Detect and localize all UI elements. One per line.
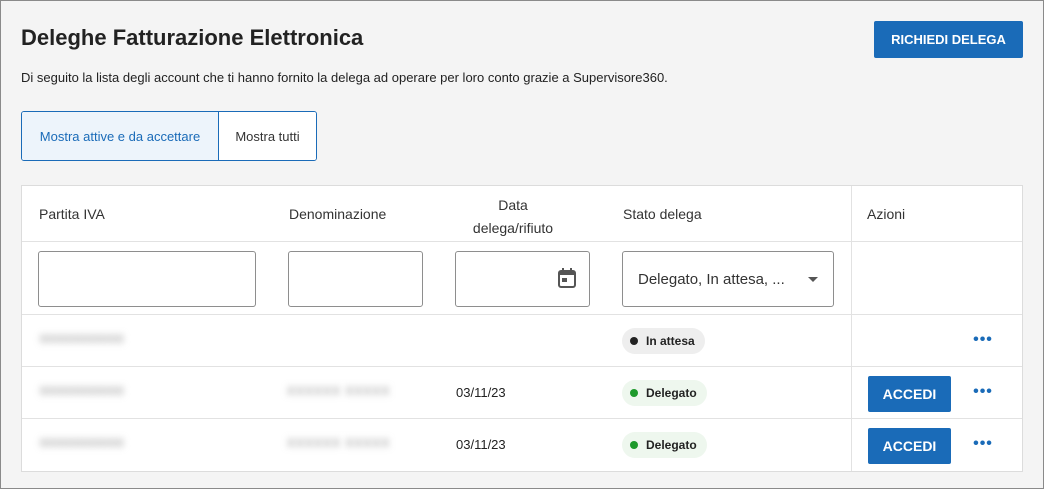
more-actions-icon[interactable]: ••• — [972, 331, 994, 351]
page-title: Deleghe Fatturazione Elettronica — [21, 25, 364, 50]
toggle-active-and-pending[interactable]: Mostra attive e da accettare — [22, 112, 218, 160]
access-button[interactable]: ACCEDI — [868, 428, 951, 464]
column-header-data-line1: Data — [498, 197, 528, 213]
column-header-data-line2: delega/rifiuto — [472, 220, 554, 236]
table-row: 00000000000 XXXXXX XXXXX 03/11/23 Delega… — [22, 419, 1022, 471]
page-frame: Deleghe Fatturazione Elettronica Di segu… — [0, 0, 1044, 489]
status-filter-select[interactable]: Delegato, In attesa, ... — [622, 251, 834, 307]
column-header-denominazione: Denominazione — [289, 206, 387, 222]
row-piva: 00000000000 — [40, 384, 125, 398]
toggle-show-all[interactable]: Mostra tutti — [218, 112, 316, 160]
date-filter-input[interactable] — [455, 251, 590, 307]
table-row: 00000000000 XXXXXX XXXXX 03/11/23 Delega… — [22, 367, 1022, 419]
column-header-azioni: Azioni — [867, 206, 906, 222]
more-actions-icon[interactable]: ••• — [972, 435, 994, 455]
status-dot-icon — [630, 337, 638, 345]
column-header-piva: Partita IVA — [39, 206, 105, 222]
piva-filter-input[interactable] — [38, 251, 256, 307]
status-dot-icon — [630, 441, 638, 449]
status-badge: Delegato — [622, 432, 707, 458]
calendar-icon[interactable] — [557, 267, 577, 289]
row-date: 03/11/23 — [456, 437, 506, 452]
denominazione-filter-input[interactable] — [288, 251, 423, 307]
status-badge-label: In attesa — [646, 334, 695, 348]
status-dot-icon — [630, 389, 638, 397]
column-header-stato: Stato delega — [623, 206, 702, 222]
status-filter-value: Delegato, In attesa, ... — [638, 271, 785, 288]
access-button[interactable]: ACCEDI — [868, 376, 951, 412]
page-subtitle: Di seguito la lista degli account che ti… — [21, 70, 668, 85]
table-header-row: Partita IVA Denominazione Data delega/ri… — [22, 186, 1022, 242]
table-row: 00000000000 In attesa ••• — [22, 315, 1022, 367]
column-header-data: Data delega/rifiuto — [471, 194, 555, 240]
status-badge-label: Delegato — [646, 386, 697, 400]
delegations-table: Partita IVA Denominazione Data delega/ri… — [21, 185, 1023, 472]
row-piva: 00000000000 — [40, 436, 125, 450]
chevron-down-icon — [808, 277, 818, 282]
row-denominazione: XXXXXX XXXXX — [287, 436, 391, 450]
status-badge: In attesa — [622, 328, 705, 354]
more-actions-icon[interactable]: ••• — [972, 383, 994, 403]
table-filter-row: Delegato, In attesa, ... — [22, 242, 1022, 315]
status-badge: Delegato — [622, 380, 707, 406]
filter-toggle-group: Mostra attive e da accettare Mostra tutt… — [21, 111, 317, 161]
request-delegation-button[interactable]: RICHIEDI DELEGA — [874, 21, 1023, 58]
row-denominazione: XXXXXX XXXXX — [287, 384, 391, 398]
row-piva: 00000000000 — [40, 332, 125, 346]
row-date: 03/11/23 — [456, 385, 506, 400]
status-badge-label: Delegato — [646, 438, 697, 452]
